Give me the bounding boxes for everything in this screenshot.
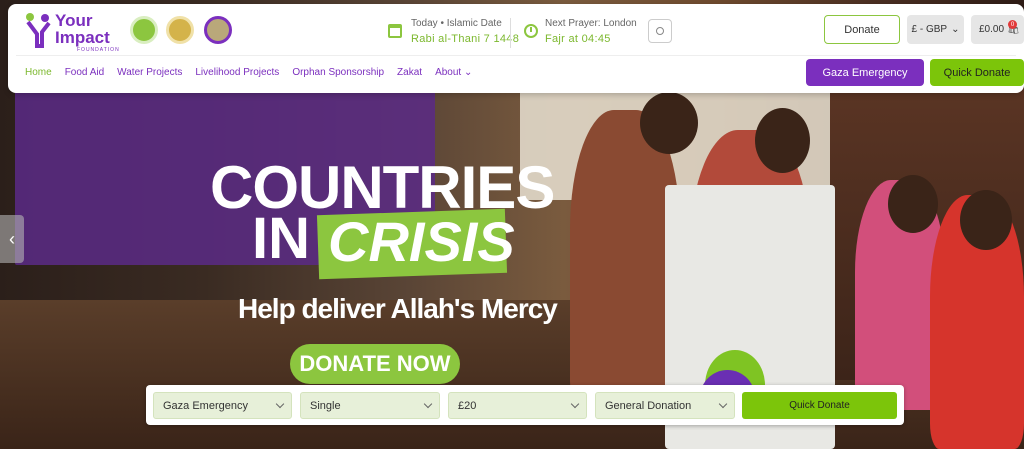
cart-total: £0.00 (979, 24, 1005, 35)
chevron-down-icon (275, 399, 285, 409)
chevron-down-icon (423, 399, 433, 409)
logo-text: Your (55, 11, 93, 30)
donation-type-value: General Donation (605, 399, 692, 412)
timer-icon (524, 24, 538, 38)
search-button[interactable] (648, 19, 672, 43)
chevron-down-icon: ⌄ (951, 24, 960, 35)
calendar-icon (388, 24, 402, 38)
chevron-down-icon (718, 399, 728, 409)
nav-item-about-label: About (435, 67, 462, 78)
date-value: Rabi al-Thani 7 1448 (411, 33, 520, 45)
chevron-down-icon (570, 399, 580, 409)
nav-item-home[interactable]: Home (25, 67, 52, 78)
logo-icon (26, 13, 51, 48)
gaza-emergency-button[interactable]: Gaza Emergency (806, 59, 924, 86)
donation-type-select[interactable]: General Donation (595, 392, 735, 419)
certified-badge-icon (166, 16, 194, 44)
quick-donate-button[interactable]: Quick Donate (930, 59, 1024, 86)
currency-select[interactable]: £ - GBP ⌄ (907, 15, 964, 44)
form-quick-donate-button[interactable]: Quick Donate (742, 392, 897, 419)
prayer-label: Next Prayer: London (545, 18, 637, 29)
divider (510, 18, 511, 48)
nav-item-water-projects[interactable]: Water Projects (117, 67, 182, 78)
date-label: Today • Islamic Date (411, 18, 502, 29)
cart-button[interactable]: £0.00 🛍 (971, 15, 1024, 44)
currency-label: £ - GBP (911, 24, 948, 35)
head (755, 108, 810, 173)
head (960, 190, 1012, 250)
award-badge-icon (204, 16, 232, 44)
campaign-value: Gaza Emergency (163, 399, 248, 412)
chevron-down-icon: ⌄ (463, 67, 473, 78)
nav-item-orphan-sponsorship[interactable]: Orphan Sponsorship (292, 67, 384, 78)
amount-select[interactable]: £20 (448, 392, 587, 419)
nav-item-food-aid[interactable]: Food Aid (65, 67, 104, 78)
cart-count-badge: 0 (1008, 20, 1017, 29)
site-logo[interactable]: Your Impact FOUNDATION (25, 11, 119, 53)
head (888, 175, 938, 233)
chevron-left-icon: ‹ (9, 228, 15, 249)
trust-badge-icon (130, 16, 158, 44)
quick-donate-form: Gaza Emergency Single £20 General Donati… (146, 385, 904, 425)
frequency-select[interactable]: Single (300, 392, 440, 419)
campaign-select[interactable]: Gaza Emergency (153, 392, 292, 419)
site-header: Your Impact FOUNDATION Today • Islamic D… (8, 4, 1024, 93)
nav-item-about[interactable]: About ⌄ (435, 67, 472, 78)
slider-prev-button[interactable]: ‹ (0, 215, 24, 263)
amount-value: £20 (458, 399, 477, 412)
search-icon (656, 27, 664, 35)
hero-subtitle: Help deliver Allah's Mercy (238, 293, 558, 324)
nav-item-livelihood-projects[interactable]: Livelihood Projects (195, 67, 279, 78)
hero-title-in: IN (252, 206, 310, 271)
divider (16, 55, 1016, 56)
main-nav: Home Food Aid Water Projects Livelihood … (25, 67, 472, 78)
prayer-value: Fajr at 04:45 (545, 33, 611, 45)
head (640, 92, 698, 154)
logo-subtext: FOUNDATION (77, 47, 120, 53)
donate-now-button[interactable]: DONATE NOW (290, 344, 460, 384)
logo-text: Impact (55, 28, 110, 47)
person (570, 110, 680, 410)
hero-title-crisis: CRISIS (328, 210, 515, 273)
donate-button[interactable]: Donate (824, 15, 900, 44)
nav-item-zakat[interactable]: Zakat (397, 67, 422, 78)
frequency-value: Single (310, 399, 341, 412)
